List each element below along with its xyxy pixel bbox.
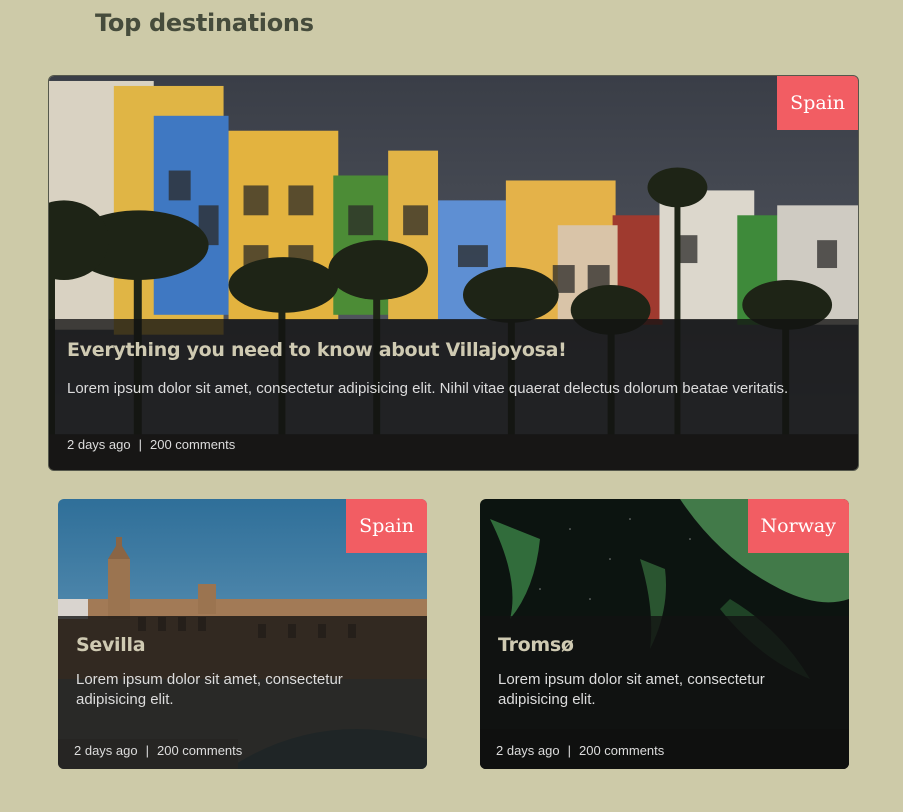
post-time: 2 days ago [496,743,560,758]
post-time: 2 days ago [67,437,131,452]
card-overlay: Tromsø Lorem ipsum dolor sit amet, conse… [480,616,849,769]
card-meta: 2 days ago | 200 comments [74,743,242,758]
meta-separator: | [567,743,571,758]
card-title[interactable]: Sevilla [76,634,409,656]
card-title[interactable]: Everything you need to know about Villaj… [67,339,840,361]
page: Top destinations Spain Everything you ne… [0,0,903,812]
card-meta: 2 days ago | 200 comments [67,437,235,452]
card-excerpt: Lorem ipsum dolor sit amet, consectetur … [67,380,789,397]
featured-destination-card[interactable]: Spain Everything you need to know about … [48,75,859,471]
country-tag[interactable]: Spain [777,76,858,130]
card-overlay: Everything you need to know about Villaj… [49,319,858,470]
card-title[interactable]: Tromsø [498,634,831,656]
country-tag[interactable]: Norway [747,499,849,553]
destination-card-sevilla[interactable]: Spain Sevilla Lorem ipsum dolor sit amet… [58,499,427,769]
meta-separator: | [138,437,142,452]
meta-separator: | [145,743,149,758]
card-excerpt: Lorem ipsum dolor sit amet, consectetur … [76,671,343,708]
card-overlay: Sevilla Lorem ipsum dolor sit amet, cons… [58,616,427,769]
country-tag[interactable]: Spain [346,499,427,553]
comments-link[interactable]: 200 comments [579,743,664,758]
destination-card-tromso[interactable]: Norway Tromsø Lorem ipsum dolor sit amet… [480,499,849,769]
section-title: Top destinations [95,9,314,37]
comments-link[interactable]: 200 comments [150,437,235,452]
card-excerpt: Lorem ipsum dolor sit amet, consectetur … [498,671,765,708]
comments-link[interactable]: 200 comments [157,743,242,758]
post-time: 2 days ago [74,743,138,758]
card-meta: 2 days ago | 200 comments [496,743,664,758]
